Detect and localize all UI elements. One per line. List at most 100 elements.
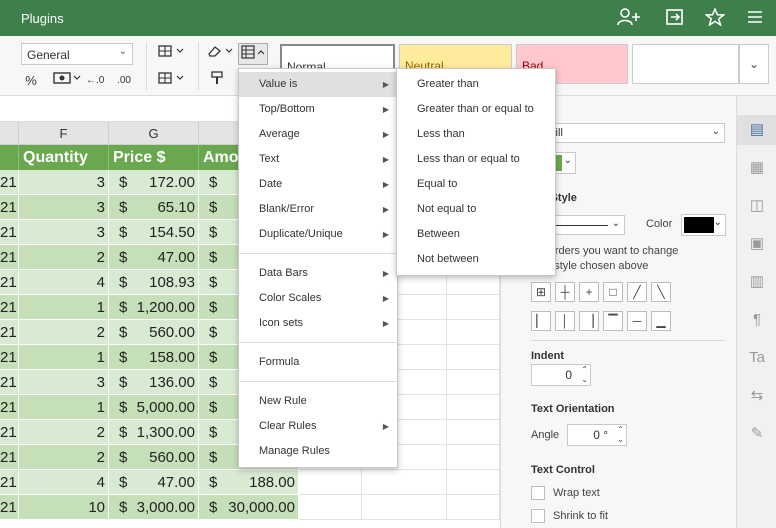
eraser-icon[interactable] (206, 43, 234, 65)
cell-quantity[interactable]: 4 (19, 270, 109, 295)
cell-settings-tab-icon[interactable]: ▤ (737, 115, 776, 145)
open-file-icon[interactable] (664, 8, 686, 28)
cell-price[interactable]: $136.00 (109, 370, 199, 395)
cell-price[interactable]: $3,000.00 (109, 495, 199, 520)
pivot-settings-tab-icon[interactable]: ⇆ (737, 381, 776, 411)
cell-empty[interactable] (447, 420, 500, 445)
cell-empty[interactable] (447, 295, 500, 320)
cell-price[interactable]: $65.10 (109, 195, 199, 220)
menu-item-formula[interactable]: Formula (239, 350, 397, 375)
cell-year[interactable]: 21 (0, 370, 19, 395)
cell-empty[interactable] (447, 470, 500, 495)
diagonal-down-border-icon[interactable]: ╲ (651, 282, 671, 302)
spinner-arrows-icon[interactable]: ⌃ ⌄ (617, 425, 624, 445)
header-cell-quantity[interactable]: Quantity (19, 145, 109, 170)
menu-item-icon-sets[interactable]: Icon sets ▶ (239, 311, 397, 336)
fill-type-select[interactable]: or Fill ⌄ (531, 123, 725, 143)
menu-item-color-scales[interactable]: Color Scales ▶ (239, 286, 397, 311)
cell-quantity[interactable]: 2 (19, 245, 109, 270)
cell-empty[interactable] (362, 495, 447, 520)
menu-item-duplicate-unique[interactable]: Duplicate/Unique ▶ (239, 222, 397, 247)
all-borders-icon[interactable]: ⊞ (531, 282, 551, 302)
cell-quantity[interactable]: 2 (19, 320, 109, 345)
cell-price[interactable]: $108.93 (109, 270, 199, 295)
cell-year[interactable]: 21 (0, 270, 19, 295)
cell-price[interactable]: $172.00 (109, 170, 199, 195)
cell-price[interactable]: $560.00 (109, 320, 199, 345)
diagonal-up-border-icon[interactable]: ╱ (627, 282, 647, 302)
menu-item-date[interactable]: Date ▶ (239, 172, 397, 197)
cell-price[interactable]: $1,300.00 (109, 420, 199, 445)
menu-item-text[interactable]: Text ▶ (239, 147, 397, 172)
menu-item-average[interactable]: Average ▶ (239, 122, 397, 147)
menu-item-new-rule[interactable]: New Rule (239, 389, 397, 414)
top-border-icon[interactable]: ▔ (603, 311, 623, 331)
shrink-to-fit-checkbox[interactable] (531, 509, 545, 523)
cell-quantity[interactable]: 1 (19, 345, 109, 370)
cell-price[interactable]: $154.50 (109, 220, 199, 245)
inner-vertical-border-icon[interactable]: │ (555, 311, 575, 331)
submenu-item-greater-than-or-equal-to[interactable]: Greater than or equal to (397, 97, 555, 122)
image-settings-tab-icon[interactable]: ▣ (737, 229, 776, 259)
column-header-e[interactable] (0, 122, 19, 145)
table-settings-tab-icon[interactable]: ▦ (737, 153, 776, 183)
right-border-icon[interactable]: ▕ (579, 311, 599, 331)
format-painter-icon[interactable] (208, 70, 226, 92)
submenu-item-not-equal-to[interactable]: Not equal to (397, 197, 555, 222)
cell-year[interactable]: 21 (0, 395, 19, 420)
indent-input[interactable]: 0 ⌃ ⌄ (531, 364, 591, 386)
cell-quantity[interactable]: 3 (19, 195, 109, 220)
menu-item-blank-error[interactable]: Blank/Error ▶ (239, 197, 397, 222)
cell-quantity[interactable]: 3 (19, 170, 109, 195)
cell-year[interactable]: 21 (0, 220, 19, 245)
insert-cells-icon[interactable] (157, 43, 185, 65)
inner-borders-icon[interactable]: ┼ (555, 282, 575, 302)
cell-year[interactable]: 21 (0, 420, 19, 445)
cell-year[interactable]: 21 (0, 470, 19, 495)
cell-amount[interactable]: $30,000.00 (199, 495, 299, 520)
submenu-item-less-than-or-equal-to[interactable]: Less than or equal to (397, 147, 555, 172)
submenu-item-not-between[interactable]: Not between (397, 247, 555, 272)
cell-price[interactable]: $158.00 (109, 345, 199, 370)
cell-empty[interactable] (447, 370, 500, 395)
text-art-settings-tab-icon[interactable]: Ta (737, 343, 776, 373)
cell-empty[interactable] (447, 395, 500, 420)
star-icon[interactable] (704, 7, 726, 28)
cell-empty[interactable] (447, 445, 500, 470)
cell-empty[interactable] (299, 495, 362, 520)
cell-style-empty[interactable] (632, 44, 739, 84)
menu-item-manage-rules[interactable]: Manage Rules (239, 439, 397, 464)
cell-empty[interactable] (447, 495, 500, 520)
currency-format-icon[interactable] (52, 70, 82, 92)
cell-quantity[interactable]: 4 (19, 470, 109, 495)
cell-quantity[interactable]: 3 (19, 370, 109, 395)
cell-quantity[interactable]: 3 (19, 220, 109, 245)
cell-year[interactable]: 21 (0, 445, 19, 470)
cell-empty[interactable] (299, 470, 362, 495)
bottom-border-icon[interactable]: ▁ (651, 311, 671, 331)
cell-price[interactable]: $47.00 (109, 245, 199, 270)
cell-empty[interactable] (447, 345, 500, 370)
column-header-f[interactable]: F (19, 122, 109, 145)
cell-quantity[interactable]: 1 (19, 295, 109, 320)
wrap-text-checkbox[interactable] (531, 486, 545, 500)
cell-price[interactable]: $5,000.00 (109, 395, 199, 420)
spinner-arrows-icon[interactable]: ⌃ ⌄ (581, 365, 588, 385)
number-format-select[interactable]: General ⌄ (21, 43, 133, 65)
cell-amount[interactable]: $188.00 (199, 470, 299, 495)
cell-quantity[interactable]: 10 (19, 495, 109, 520)
signature-settings-tab-icon[interactable]: ✎ (737, 419, 776, 449)
submenu-item-greater-than[interactable]: Greater than (397, 72, 555, 97)
cell-year[interactable]: 21 (0, 245, 19, 270)
cell-quantity[interactable]: 1 (19, 395, 109, 420)
cell-year[interactable]: 21 (0, 320, 19, 345)
column-header-g[interactable]: G (109, 122, 199, 145)
menu-item-top-bottom[interactable]: Top/Bottom ▶ (239, 97, 397, 122)
left-border-icon[interactable]: ▏ (531, 311, 551, 331)
outer-borders-icon[interactable]: □ (603, 282, 623, 302)
header-cell-e[interactable] (0, 145, 19, 170)
cell-price[interactable]: $560.00 (109, 445, 199, 470)
cell-empty[interactable] (362, 470, 447, 495)
cell-quantity[interactable]: 2 (19, 420, 109, 445)
inner-horizontal-border-icon[interactable]: ─ (627, 311, 647, 331)
